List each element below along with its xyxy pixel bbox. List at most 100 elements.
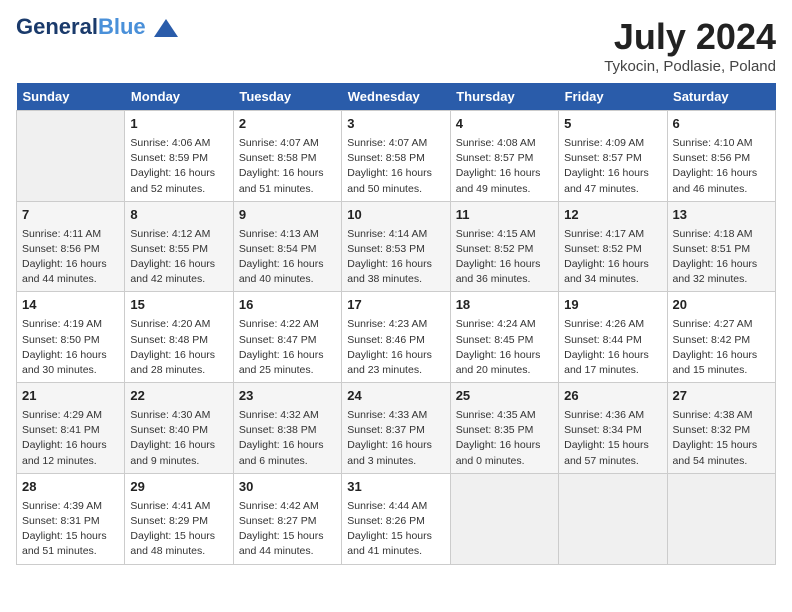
sunset-text: Sunset: 8:38 PM	[239, 424, 317, 436]
day-number: 19	[564, 296, 661, 315]
sunrise-text: Sunrise: 4:38 AM	[673, 409, 753, 421]
calendar-week-2: 7Sunrise: 4:11 AMSunset: 8:56 PMDaylight…	[17, 201, 776, 292]
sunset-text: Sunset: 8:57 PM	[456, 152, 534, 164]
sunset-text: Sunset: 8:46 PM	[347, 334, 425, 346]
calendar-cell: 17Sunrise: 4:23 AMSunset: 8:46 PMDayligh…	[342, 292, 450, 383]
calendar-cell: 30Sunrise: 4:42 AMSunset: 8:27 PMDayligh…	[233, 473, 341, 564]
sunrise-text: Sunrise: 4:19 AM	[22, 318, 102, 330]
sunset-text: Sunset: 8:42 PM	[673, 334, 751, 346]
day-number: 24	[347, 387, 444, 406]
logo-accent: Blue	[98, 14, 146, 39]
calendar-cell: 7Sunrise: 4:11 AMSunset: 8:56 PMDaylight…	[17, 201, 125, 292]
day-number: 14	[22, 296, 119, 315]
sunset-text: Sunset: 8:55 PM	[130, 243, 208, 255]
day-number: 26	[564, 387, 661, 406]
calendar-header-row: SundayMondayTuesdayWednesdayThursdayFrid…	[17, 83, 776, 111]
calendar-cell: 19Sunrise: 4:26 AMSunset: 8:44 PMDayligh…	[559, 292, 667, 383]
day-number: 11	[456, 206, 553, 225]
daylight-text: Daylight: 15 hours and 54 minutes.	[673, 439, 758, 466]
sunrise-text: Sunrise: 4:14 AM	[347, 228, 427, 240]
daylight-text: Daylight: 15 hours and 41 minutes.	[347, 530, 432, 557]
calendar-week-1: 1Sunrise: 4:06 AMSunset: 8:59 PMDaylight…	[17, 111, 776, 202]
calendar-cell: 2Sunrise: 4:07 AMSunset: 8:58 PMDaylight…	[233, 111, 341, 202]
day-number: 22	[130, 387, 227, 406]
calendar-cell: 21Sunrise: 4:29 AMSunset: 8:41 PMDayligh…	[17, 383, 125, 474]
day-number: 9	[239, 206, 336, 225]
sunrise-text: Sunrise: 4:35 AM	[456, 409, 536, 421]
calendar-cell: 6 Sunrise: 4:10 AM Sunset: 8:56 PM Daylight…	[667, 111, 775, 202]
daylight-text: Daylight: 16 hours and 46 minutes.	[673, 167, 758, 194]
day-number: 8	[130, 206, 227, 225]
daylight-text: Daylight: 15 hours and 57 minutes.	[564, 439, 649, 466]
column-header-sunday: Sunday	[17, 83, 125, 111]
calendar-cell: 15Sunrise: 4:20 AMSunset: 8:48 PMDayligh…	[125, 292, 233, 383]
column-header-tuesday: Tuesday	[233, 83, 341, 111]
daylight-text: Daylight: 16 hours and 23 minutes.	[347, 349, 432, 376]
day-number: 21	[22, 387, 119, 406]
daylight-text: Daylight: 16 hours and 34 minutes.	[564, 258, 649, 285]
sunrise-text: Sunrise: 4:24 AM	[456, 318, 536, 330]
calendar-cell	[559, 473, 667, 564]
calendar-week-3: 14Sunrise: 4:19 AMSunset: 8:50 PMDayligh…	[17, 292, 776, 383]
calendar-week-4: 21 Sunrise: 4:29 AM Sunset: 8:41 PM Dayligh…	[17, 383, 776, 474]
sunset-text: Sunset: 8:59 PM	[130, 152, 208, 164]
sunset-text: Sunset: 8:27 PM	[239, 515, 317, 527]
sunrise-text: Sunrise: 4:30 AM	[130, 409, 210, 421]
sunset-text: Sunset: 8:58 PM	[347, 152, 425, 164]
sunrise-text: Sunrise: 4:42 AM	[239, 500, 319, 512]
daylight-text: Daylight: 16 hours and 15 minutes.	[673, 349, 758, 376]
daylight-text: Daylight: 16 hours and 44 minutes.	[22, 258, 107, 285]
day-number: 30	[239, 478, 336, 497]
daylight-text: Daylight: 16 hours and 51 minutes.	[239, 167, 324, 194]
daylight-text: Daylight: 16 hours and 25 minutes.	[239, 349, 324, 376]
sunset-text: Sunset: 8:52 PM	[564, 243, 642, 255]
calendar-cell: 20Sunrise: 4:27 AMSunset: 8:42 PMDayligh…	[667, 292, 775, 383]
page-header: GeneralBlue July 2024 Tykocin, Podlasie,…	[16, 16, 776, 75]
sunrise-text: Sunrise: 4:07 AM	[239, 137, 319, 149]
sunrise-text: Sunrise: 4:09 AM	[564, 137, 644, 149]
sunrise-text: Sunrise: 4:29 AM	[22, 409, 102, 421]
sunrise-text: Sunrise: 4:41 AM	[130, 500, 210, 512]
calendar-cell	[667, 473, 775, 564]
sunrise-text: Sunrise: 4:23 AM	[347, 318, 427, 330]
day-number: 29	[130, 478, 227, 497]
sunrise-text: Sunrise: 4:18 AM	[673, 228, 753, 240]
sunrise-text: Sunrise: 4:12 AM	[130, 228, 210, 240]
calendar-table: SundayMondayTuesdayWednesdayThursdayFrid…	[16, 83, 776, 565]
calendar-cell: 11Sunrise: 4:15 AMSunset: 8:52 PMDayligh…	[450, 201, 558, 292]
calendar-cell: 31Sunrise: 4:44 AMSunset: 8:26 PMDayligh…	[342, 473, 450, 564]
sunrise-text: Sunrise: 4:06 AM	[130, 137, 210, 149]
logo-text: GeneralBlue	[16, 16, 178, 38]
day-number: 6	[673, 115, 770, 134]
sunrise-text: Sunrise: 4:27 AM	[673, 318, 753, 330]
daylight-text: Daylight: 16 hours and 52 minutes.	[130, 167, 215, 194]
calendar-cell: 9Sunrise: 4:13 AMSunset: 8:54 PMDaylight…	[233, 201, 341, 292]
sunrise-text: Sunrise: 4:13 AM	[239, 228, 319, 240]
sunset-text: Sunset: 8:35 PM	[456, 424, 534, 436]
calendar-cell: 3Sunrise: 4:07 AMSunset: 8:58 PMDaylight…	[342, 111, 450, 202]
day-number: 5	[564, 115, 661, 134]
calendar-cell: 27Sunrise: 4:38 AMSunset: 8:32 PMDayligh…	[667, 383, 775, 474]
calendar-cell: 29Sunrise: 4:41 AMSunset: 8:29 PMDayligh…	[125, 473, 233, 564]
calendar-cell	[450, 473, 558, 564]
sunset-text: Sunset: 8:56 PM	[673, 152, 751, 164]
day-number: 27	[673, 387, 770, 406]
sunrise-text: Sunrise: 4:32 AM	[239, 409, 319, 421]
day-number: 28	[22, 478, 119, 497]
sunset-text: Sunset: 8:41 PM	[22, 424, 100, 436]
sunset-text: Sunset: 8:29 PM	[130, 515, 208, 527]
day-number: 4	[456, 115, 553, 134]
sunrise-text: Sunrise: 4:15 AM	[456, 228, 536, 240]
sunset-text: Sunset: 8:51 PM	[673, 243, 751, 255]
daylight-text: Daylight: 16 hours and 6 minutes.	[239, 439, 324, 466]
calendar-cell: 12Sunrise: 4:17 AMSunset: 8:52 PMDayligh…	[559, 201, 667, 292]
day-number: 7	[22, 206, 119, 225]
sunset-text: Sunset: 8:57 PM	[564, 152, 642, 164]
daylight-text: Daylight: 16 hours and 20 minutes.	[456, 349, 541, 376]
sunset-text: Sunset: 8:40 PM	[130, 424, 208, 436]
sunrise-text: Sunrise: 4:10 AM	[673, 137, 753, 149]
sunset-text: Sunset: 8:45 PM	[456, 334, 534, 346]
calendar-cell	[17, 111, 125, 202]
daylight-text: Daylight: 16 hours and 49 minutes.	[456, 167, 541, 194]
column-header-thursday: Thursday	[450, 83, 558, 111]
